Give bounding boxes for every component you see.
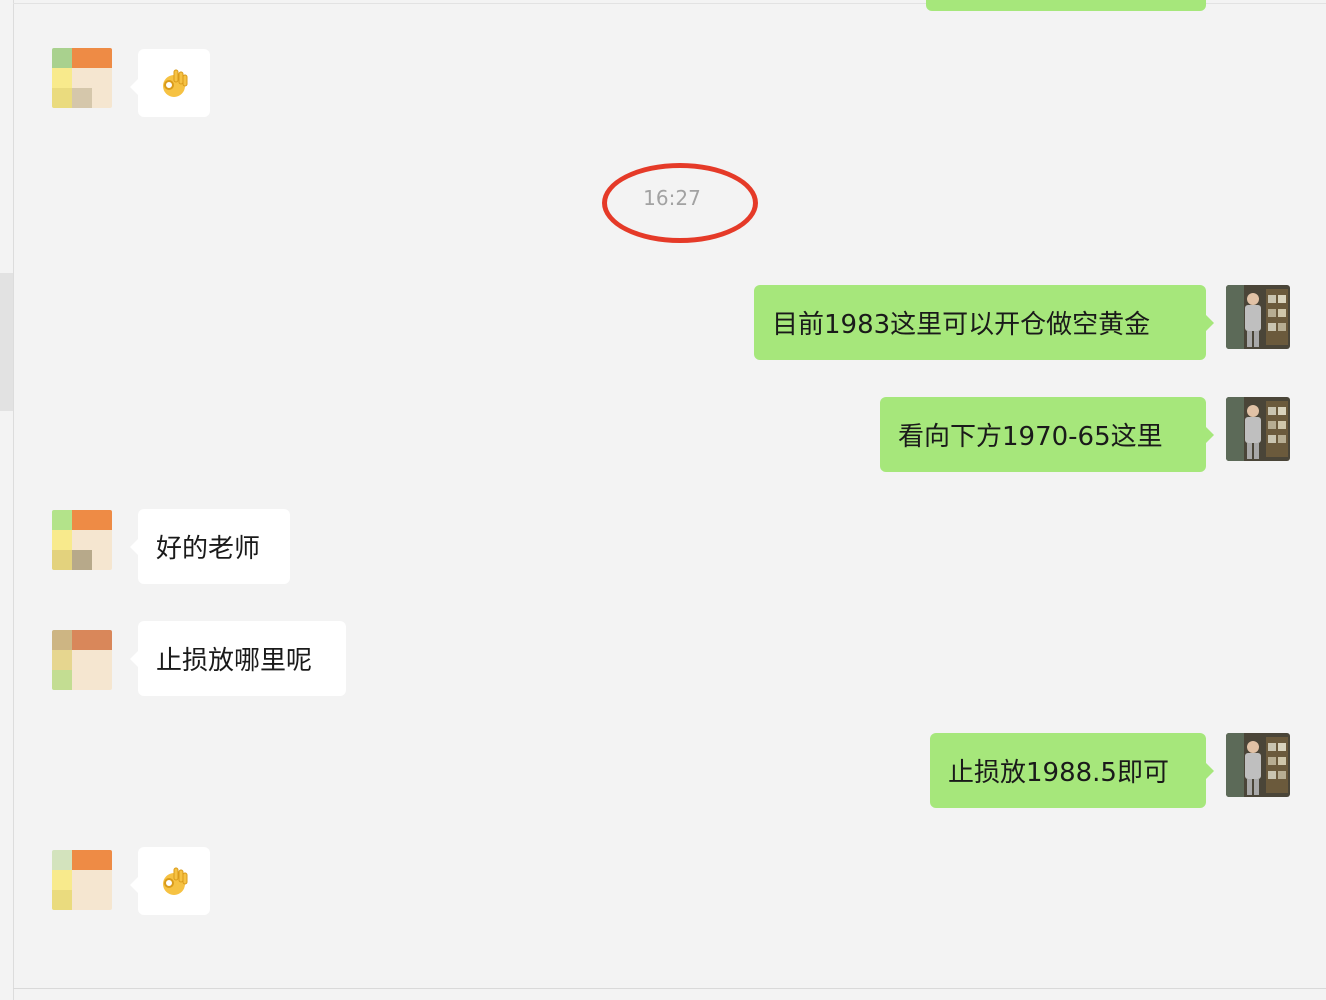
- user-avatar[interactable]: [1226, 397, 1290, 461]
- message-bubble-received[interactable]: 好的老师: [130, 509, 290, 584]
- previous-message-bubble[interactable]: [926, 0, 1206, 11]
- message-bubble-sent[interactable]: 看向下方1970-65这里: [880, 397, 1214, 472]
- bottom-divider: [13, 988, 1326, 989]
- message-bubble-sent[interactable]: 目前1983这里可以开仓做空黄金: [754, 285, 1214, 360]
- contact-avatar[interactable]: [52, 510, 112, 570]
- message-text: 止损放哪里呢: [156, 646, 313, 676]
- ok-hand-emoji-icon: [163, 69, 188, 97]
- message-bubble-sent[interactable]: 止损放1988.5即可: [930, 733, 1214, 808]
- contact-avatar[interactable]: [52, 48, 112, 108]
- highlight-ellipse-annotation: [602, 163, 758, 243]
- message-text: 目前1983这里可以开仓做空黄金: [772, 310, 1151, 340]
- message-text: 止损放1988.5即可: [948, 758, 1169, 788]
- message-bubble-received[interactable]: [130, 847, 210, 915]
- message-text: 看向下方1970-65这里: [898, 422, 1163, 452]
- message-bubble-received[interactable]: [130, 49, 210, 117]
- message-text: 好的老师: [156, 534, 261, 564]
- user-avatar[interactable]: [1226, 733, 1290, 797]
- contact-avatar[interactable]: [52, 850, 112, 910]
- user-photo-icon: [1226, 285, 1290, 349]
- contact-avatar[interactable]: [52, 630, 112, 690]
- chat-panel: [13, 0, 1326, 1000]
- user-photo-icon: [1226, 397, 1290, 461]
- message-bubble-received[interactable]: 止损放哪里呢: [130, 621, 346, 696]
- user-avatar[interactable]: [1226, 285, 1290, 349]
- scrollbar-thumb[interactable]: [0, 273, 13, 411]
- user-photo-icon: [1226, 733, 1290, 797]
- ok-hand-emoji-icon: [163, 867, 188, 895]
